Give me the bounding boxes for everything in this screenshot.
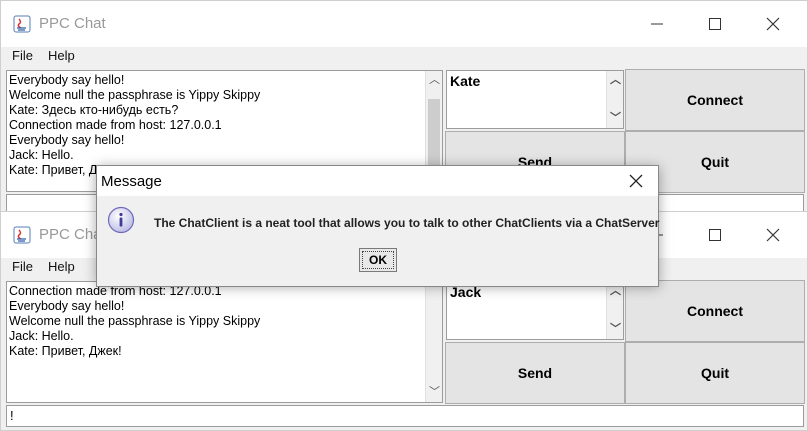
send-label: Send <box>517 365 553 381</box>
chat-line: Welcome null the passphrase is Yippy Ski… <box>9 314 261 328</box>
dialog-title-bar[interactable]: Message <box>97 166 658 196</box>
close-icon <box>766 17 780 31</box>
chat-line: Everybody say hello! <box>9 133 125 147</box>
scroll-down-icon[interactable]: ﹀ <box>610 113 621 124</box>
quit-label: Quit <box>701 365 729 381</box>
name-scrollbar[interactable]: ︿ ﹀ <box>606 282 623 339</box>
chat-line: Kate: Привет, Джек! <box>9 344 122 358</box>
menu-help[interactable]: Help <box>48 48 75 63</box>
dialog-message: The ChatClient is a neat tool that allow… <box>154 216 660 230</box>
scroll-up-icon[interactable]: ︿ <box>429 75 440 86</box>
dialog-title: Message <box>101 173 162 190</box>
chat-line: Everybody say hello! <box>9 299 125 313</box>
menu-bar: File Help <box>1 47 807 67</box>
maximize-icon <box>709 18 721 30</box>
name-value: Kate <box>450 73 481 89</box>
menu-file[interactable]: File <box>12 259 33 274</box>
window-title: PPC Chat <box>39 15 106 32</box>
chat-log[interactable]: Connection made from host: 127.0.0.1 Eve… <box>6 281 443 403</box>
quit-button[interactable]: Quit <box>625 342 805 404</box>
menu-file[interactable]: File <box>12 48 33 63</box>
close-button[interactable] <box>759 11 789 37</box>
connect-button[interactable]: Connect <box>625 69 805 131</box>
chat-line: Jack: Hello. <box>9 329 74 343</box>
java-app-icon <box>13 226 31 244</box>
chat-line: Connection made from host: 127.0.0.1 <box>9 118 222 132</box>
connect-button[interactable]: Connect <box>625 280 805 342</box>
chat-line: Everybody say hello! <box>9 73 125 87</box>
maximize-icon <box>709 229 721 241</box>
close-icon <box>766 228 780 242</box>
chat-line: Welcome null the passphrase is Yippy Ski… <box>9 88 261 102</box>
chat-line: Jack: Hello. <box>9 148 74 162</box>
message-input[interactable]: ! <box>6 405 804 427</box>
minimize-icon <box>651 23 663 25</box>
minimize-button[interactable] <box>643 11 673 37</box>
maximize-button[interactable] <box>701 222 731 248</box>
maximize-button[interactable] <box>701 11 731 37</box>
connect-label: Connect <box>687 303 743 319</box>
send-button[interactable]: Send <box>445 342 625 404</box>
info-icon <box>107 206 135 234</box>
close-button[interactable] <box>759 222 789 248</box>
message-input-value: ! <box>10 408 14 423</box>
scroll-down-icon[interactable]: ﹀ <box>610 324 621 335</box>
ok-button[interactable]: OK <box>359 248 397 272</box>
menu-help[interactable]: Help <box>48 259 75 274</box>
title-bar[interactable]: PPC Chat <box>1 1 807 47</box>
quit-label: Quit <box>701 154 729 170</box>
java-app-icon <box>13 15 31 33</box>
close-icon <box>629 174 643 188</box>
name-scrollbar[interactable]: ︿ ﹀ <box>606 71 623 128</box>
connect-label: Connect <box>687 92 743 108</box>
scroll-up-icon[interactable]: ︿ <box>610 75 621 86</box>
chat-scrollbar[interactable]: ﹀ <box>425 282 442 402</box>
chat-line: Kate: Здесь кто-нибудь есть? <box>9 103 179 117</box>
message-dialog: Message The ChatClient is a neat tool th… <box>96 165 659 287</box>
ok-label: OK <box>369 253 387 267</box>
scroll-down-icon[interactable]: ﹀ <box>429 387 440 398</box>
scroll-up-icon[interactable]: ︿ <box>610 286 621 297</box>
dialog-close-button[interactable] <box>624 170 648 192</box>
name-field[interactable]: Kate ︿ ﹀ <box>446 70 624 129</box>
name-field[interactable]: Jack ︿ ﹀ <box>446 281 624 340</box>
